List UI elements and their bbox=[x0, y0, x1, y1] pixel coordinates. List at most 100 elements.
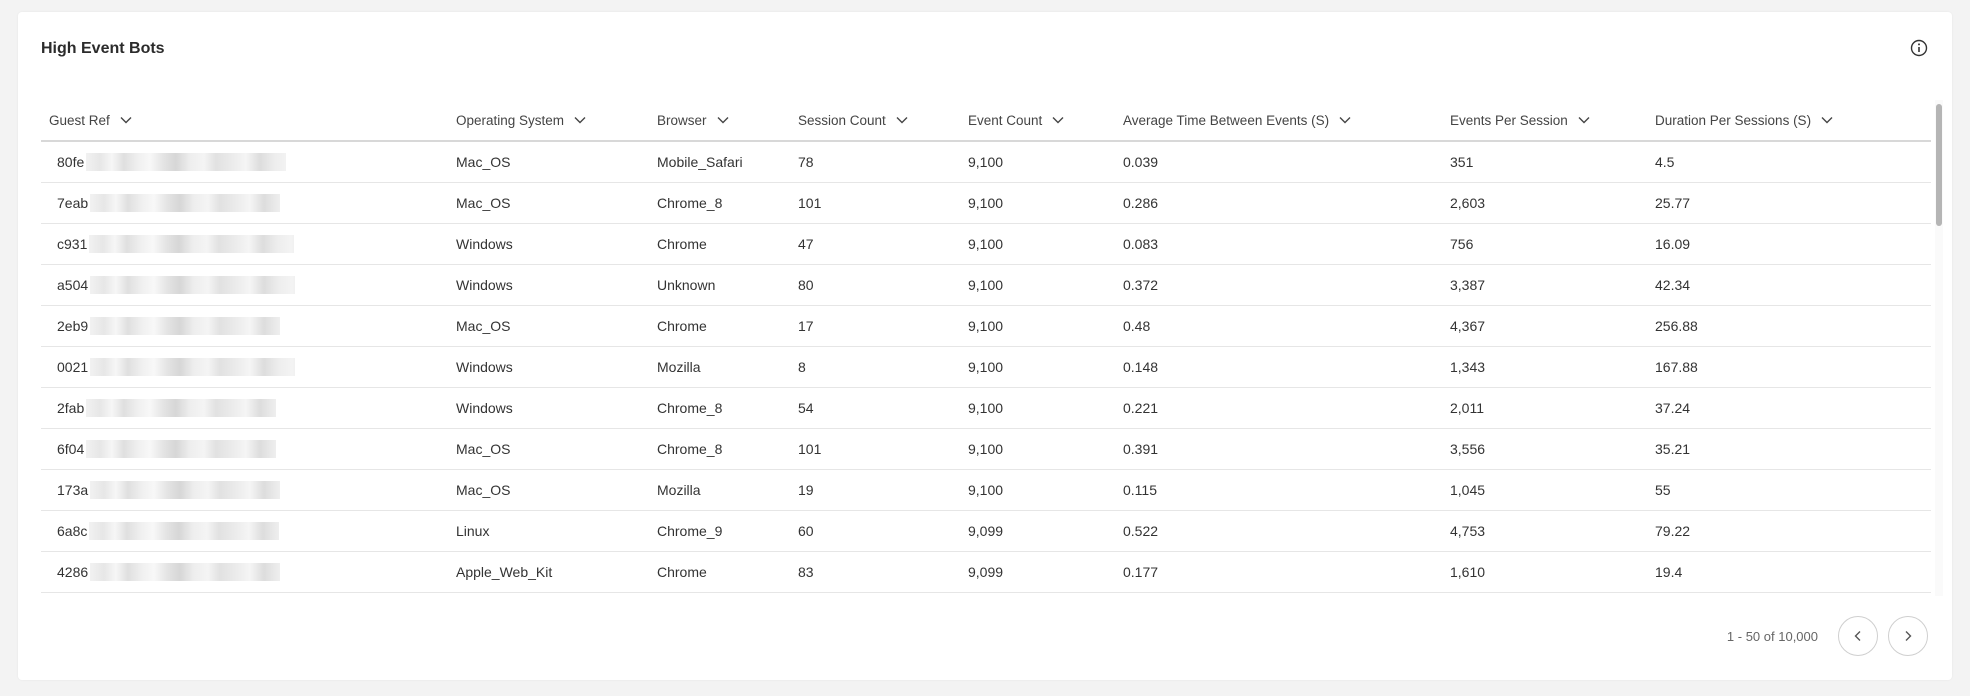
redacted-guest-ref bbox=[90, 358, 296, 376]
column-header-session-count[interactable]: Session Count bbox=[798, 100, 968, 142]
column-header-avg-time-between-events[interactable]: Average Time Between Events (S) bbox=[1123, 100, 1450, 142]
info-icon[interactable] bbox=[1910, 39, 1928, 57]
column-header-label: Duration Per Sessions (S) bbox=[1655, 112, 1812, 128]
chevron-down-icon[interactable] bbox=[896, 116, 908, 124]
guest-ref-wrapper: 7eab bbox=[57, 194, 456, 212]
os-cell: Mac_OS bbox=[456, 141, 657, 183]
event-count-cell: 9,100 bbox=[968, 141, 1123, 183]
avg-time-cell: 0.372 bbox=[1123, 264, 1450, 306]
guest-ref-wrapper: 2eb9 bbox=[57, 317, 456, 335]
column-header-event-count[interactable]: Event Count bbox=[968, 100, 1123, 142]
column-header-duration-per-sessions[interactable]: Duration Per Sessions (S) bbox=[1655, 100, 1931, 142]
event-count-cell: 9,100 bbox=[968, 346, 1123, 388]
column-header-inner[interactable]: Duration Per Sessions (S) bbox=[1655, 113, 1833, 128]
guest-ref-wrapper: a504 bbox=[57, 276, 456, 294]
guest-ref-cell: 2eb9 bbox=[41, 305, 456, 347]
avg-time-cell: 0.115 bbox=[1123, 469, 1450, 511]
column-header-inner[interactable]: Event Count bbox=[968, 113, 1064, 128]
table-row[interactable]: c931 Windows Chrome 47 9,100 0.083 756 16.09 bbox=[41, 223, 1931, 265]
chevron-right-icon bbox=[1905, 631, 1912, 641]
column-header-operating-system[interactable]: Operating System bbox=[456, 100, 657, 142]
table-row[interactable]: 6a8c Linux Chrome_9 60 9,099 0.522 4,753 79.22 bbox=[41, 510, 1931, 552]
browser-cell: Chrome bbox=[657, 223, 798, 265]
chevron-down-icon[interactable] bbox=[120, 116, 132, 124]
events-per-session-cell: 1,610 bbox=[1450, 551, 1655, 593]
column-header-inner[interactable]: Average Time Between Events (S) bbox=[1123, 113, 1351, 128]
data-table-container[interactable]: Guest Ref Operating System Browser Session … bbox=[41, 100, 1941, 596]
events-per-session-cell: 4,367 bbox=[1450, 305, 1655, 347]
session-count-cell: 17 bbox=[798, 305, 968, 347]
chevron-down-icon[interactable] bbox=[1339, 116, 1351, 124]
guest-ref-cell: 0021 bbox=[41, 346, 456, 388]
column-header-browser[interactable]: Browser bbox=[657, 100, 798, 142]
scrollbar-thumb[interactable] bbox=[1936, 104, 1942, 226]
redacted-guest-ref bbox=[89, 235, 295, 253]
avg-time-cell: 0.221 bbox=[1123, 387, 1450, 429]
redacted-guest-ref bbox=[86, 399, 277, 417]
high-event-bots-card: High Event Bots Guest Ref Operating Syste… bbox=[18, 12, 1952, 680]
session-count-cell: 78 bbox=[798, 141, 968, 183]
duration-cell: 19.4 bbox=[1655, 551, 1931, 593]
session-count-cell: 19 bbox=[798, 469, 968, 511]
table-header-row: Guest Ref Operating System Browser Session … bbox=[41, 100, 1931, 142]
browser-cell: Chrome_8 bbox=[657, 182, 798, 224]
table-row[interactable]: 80fe Mac_OS Mobile_Safari 78 9,100 0.039 351 4.… bbox=[41, 141, 1931, 183]
chevron-down-icon[interactable] bbox=[1052, 116, 1064, 124]
table-row[interactable]: 4286 Apple_Web_Kit Chrome 83 9,099 0.177 1,610… bbox=[41, 551, 1931, 593]
redacted-guest-ref bbox=[90, 317, 281, 335]
chevron-down-icon[interactable] bbox=[717, 116, 729, 124]
session-count-cell: 83 bbox=[798, 551, 968, 593]
guest-ref-wrapper: 80fe bbox=[57, 153, 456, 171]
browser-cell: Unknown bbox=[657, 264, 798, 306]
session-count-cell: 101 bbox=[798, 182, 968, 224]
session-count-cell: 54 bbox=[798, 387, 968, 429]
guest-ref-wrapper: c931 bbox=[57, 235, 456, 253]
table-row[interactable]: 173a Mac_OS Mozilla 19 9,100 0.115 1,045 55 bbox=[41, 469, 1931, 511]
table-body: 80fe Mac_OS Mobile_Safari 78 9,100 0.039 351 4.… bbox=[41, 141, 1931, 593]
events-per-session-cell: 2,603 bbox=[1450, 182, 1655, 224]
guest-ref-text: 2fab bbox=[57, 400, 85, 416]
column-header-label: Events Per Session bbox=[1450, 112, 1568, 128]
avg-time-cell: 0.039 bbox=[1123, 141, 1450, 183]
guest-ref-cell: 7eab bbox=[41, 182, 456, 224]
column-header-inner[interactable]: Events Per Session bbox=[1450, 113, 1590, 128]
os-cell: Mac_OS bbox=[456, 469, 657, 511]
session-count-cell: 47 bbox=[798, 223, 968, 265]
next-page-button[interactable] bbox=[1888, 616, 1928, 656]
table-row[interactable]: a504 Windows Unknown 80 9,100 0.372 3,387 42.34 bbox=[41, 264, 1931, 306]
browser-cell: Chrome_8 bbox=[657, 387, 798, 429]
event-count-cell: 9,100 bbox=[968, 428, 1123, 470]
column-header-guest-ref[interactable]: Guest Ref bbox=[41, 100, 456, 142]
browser-cell: Chrome bbox=[657, 305, 798, 347]
column-header-inner[interactable]: Session Count bbox=[798, 113, 908, 128]
session-count-cell: 101 bbox=[798, 428, 968, 470]
column-header-inner[interactable]: Browser bbox=[657, 113, 729, 128]
duration-cell: 25.77 bbox=[1655, 182, 1931, 224]
column-header-inner[interactable]: Operating System bbox=[456, 113, 586, 128]
chevron-down-icon[interactable] bbox=[1821, 116, 1833, 124]
event-count-cell: 9,099 bbox=[968, 510, 1123, 552]
guest-ref-text: 0021 bbox=[57, 359, 89, 375]
table-row[interactable]: 2eb9 Mac_OS Chrome 17 9,100 0.48 4,367 256.88 bbox=[41, 305, 1931, 347]
chevron-down-icon[interactable] bbox=[1578, 116, 1590, 124]
table-row[interactable]: 2fab Windows Chrome_8 54 9,100 0.221 2,011 37.2… bbox=[41, 387, 1931, 429]
column-header-label: Guest Ref bbox=[49, 112, 110, 128]
redacted-guest-ref bbox=[86, 440, 277, 458]
guest-ref-text: 6f04 bbox=[57, 441, 85, 457]
events-per-session-cell: 2,011 bbox=[1450, 387, 1655, 429]
os-cell: Windows bbox=[456, 223, 657, 265]
column-header-label: Browser bbox=[657, 112, 707, 128]
table-row[interactable]: 7eab Mac_OS Chrome_8 101 9,100 0.286 2,603 25.7… bbox=[41, 182, 1931, 224]
redacted-guest-ref bbox=[89, 522, 280, 540]
duration-cell: 79.22 bbox=[1655, 510, 1931, 552]
column-header-events-per-session[interactable]: Events Per Session bbox=[1450, 100, 1655, 142]
table-row[interactable]: 0021 Windows Mozilla 8 9,100 0.148 1,343 167.88 bbox=[41, 346, 1931, 388]
os-cell: Windows bbox=[456, 264, 657, 306]
session-count-cell: 80 bbox=[798, 264, 968, 306]
table-row[interactable]: 6f04 Mac_OS Chrome_8 101 9,100 0.391 3,556 35.2… bbox=[41, 428, 1931, 470]
previous-page-button[interactable] bbox=[1838, 616, 1878, 656]
chevron-down-icon[interactable] bbox=[574, 116, 586, 124]
column-header-inner[interactable]: Guest Ref bbox=[49, 113, 132, 128]
event-count-cell: 9,100 bbox=[968, 387, 1123, 429]
bots-table: Guest Ref Operating System Browser Session … bbox=[41, 100, 1931, 593]
